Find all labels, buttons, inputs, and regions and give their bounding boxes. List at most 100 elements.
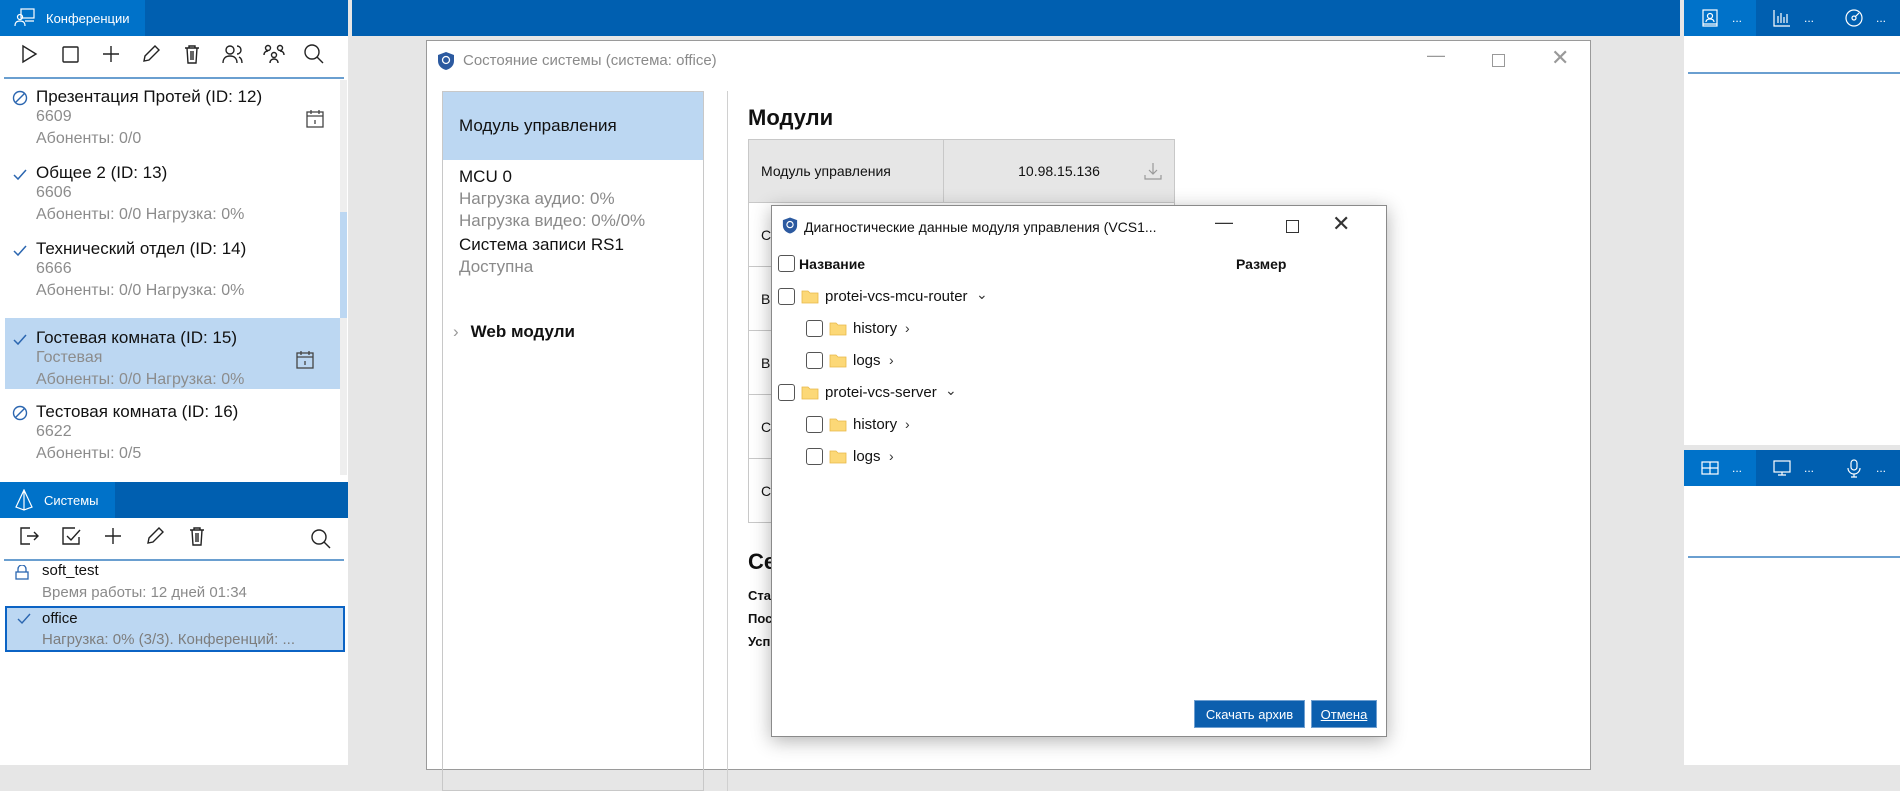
systems-panel: Системы soft_test Время работы: 12 дней … [0,482,348,765]
conferences-scrollbar[interactable] [340,80,347,475]
conference-number: 6666 [36,260,72,277]
tab-systems[interactable]: Системы [0,482,115,518]
module-name: Модуль управления [761,163,891,179]
conference-title: Тестовая комната (ID: 16) [36,402,239,421]
nav-group-web-modules[interactable]: › Web модули [453,322,575,342]
checkbox-icon[interactable] [60,525,102,552]
select-all-checkbox[interactable] [778,255,795,272]
recording-title: Система записи RS1 [459,235,624,254]
row-checkbox[interactable] [778,384,795,401]
minimize-button[interactable]: — [1427,45,1445,66]
conference-number: 6622 [36,423,72,440]
trash-icon[interactable] [181,43,222,70]
chevron-right-icon[interactable]: › [905,320,910,336]
row-checkbox[interactable] [778,288,795,305]
minimize-button[interactable]: — [1215,212,1233,233]
conference-item[interactable]: Технический отдел (ID: 14) 6666 Абоненты: … [10,239,338,309]
conference-stats: Абоненты: 0/5 [36,445,142,462]
calendar-icon[interactable] [305,109,325,129]
maximize-button[interactable] [1492,54,1505,67]
download-archive-button[interactable]: Скачать архив [1194,700,1305,728]
systems-header: Системы [0,482,348,518]
section2-label: Ста [748,588,771,603]
folder-icon [829,450,847,464]
tab-gauge[interactable]: ... [1828,0,1900,36]
close-button[interactable]: ✕ [1551,45,1569,71]
play-icon[interactable] [18,43,59,70]
chevron-down-icon[interactable]: ⌄ [976,286,988,303]
download-icon[interactable] [1144,162,1162,180]
folder-icon [829,322,847,336]
conference-item[interactable]: Презентация Протей (ID: 12) 6609 Абоненты:… [10,87,338,157]
group-icon[interactable] [262,43,304,70]
mcu-audio-load: Нагрузка аудио: 0% [459,189,615,208]
chevron-right-icon: › [453,322,459,341]
nav-item-mcu[interactable]: MCU 0 Нагрузка аудио: 0% Нагрузка видео:… [459,166,645,232]
row-label: protei-vcs-mcu-router [825,288,968,305]
diagnostics-dialog: Диагностические данные модуля управления… [771,205,1387,737]
search-icon[interactable] [310,528,332,555]
row-checkbox[interactable] [806,416,823,433]
modules-heading: Модули [748,105,834,130]
column-size-header[interactable]: Размер [1236,256,1286,272]
folder-icon [829,418,847,432]
tab-contact-book[interactable]: ... [1684,0,1756,36]
conferences-toolbar [4,36,344,79]
plus-icon[interactable] [100,43,141,70]
close-button[interactable]: ✕ [1332,211,1350,237]
row-checkbox[interactable] [806,448,823,465]
search-icon[interactable] [303,43,344,70]
conference-title: Презентация Протей (ID: 12) [36,87,263,106]
tree-row[interactable]: history › [772,320,1372,346]
tree-row[interactable]: history › [772,416,1372,442]
pencil-icon[interactable] [144,525,186,552]
layout-grid-icon [1701,461,1719,475]
divider [1688,556,1900,558]
tab-label: Системы [44,492,99,508]
tab-microphone[interactable]: ... [1828,450,1900,486]
users-icon[interactable] [222,43,263,70]
divider [1688,72,1900,74]
conference-item[interactable]: Общее 2 (ID: 13) 6606 Абоненты: 0/0 Нагруз… [10,163,338,233]
trash-icon[interactable] [186,525,228,552]
row-label: history [853,320,898,337]
plus-icon[interactable] [102,525,144,552]
nav-item-control-module[interactable]: Модуль управления [443,92,703,160]
tab-bar-chart[interactable]: ... [1756,0,1828,36]
tree-row[interactable]: logs › [772,448,1372,474]
chevron-right-icon[interactable]: › [889,352,894,368]
row-label: logs [853,352,881,369]
column-name-header[interactable]: Название [799,256,865,272]
conference-item[interactable]: Гостевая комната (ID: 15) Гостевая Абонент… [5,318,340,389]
tree-row[interactable]: protei-vcs-server ⌄ [772,382,1372,410]
tree-row[interactable]: protei-vcs-mcu-router ⌄ [772,286,1372,314]
tab-layout-grid[interactable]: ... [1684,450,1756,486]
recording-status: Доступна [459,257,534,276]
conferences-header: Конференции [0,0,348,36]
module-row-name: С [761,226,772,243]
system-item-soft-test[interactable]: soft_test Время работы: 12 дней 01:34 [5,562,345,606]
tree-row[interactable]: logs › [772,352,1372,378]
right-top-tabs: ......... [1684,0,1900,36]
stop-icon[interactable] [59,43,100,70]
chevron-down-icon[interactable]: ⌄ [945,382,957,399]
scrollbar-thumb[interactable] [340,212,347,318]
chevron-right-icon[interactable]: › [889,448,894,464]
row-checkbox[interactable] [806,352,823,369]
system-name: office [42,610,78,627]
tab-conferences[interactable]: Конференции [0,0,145,36]
app-shield-icon [782,217,798,234]
pencil-icon[interactable] [140,43,181,70]
tab-monitor[interactable]: ... [1756,450,1828,486]
cancel-button[interactable]: Отмена [1311,700,1377,728]
maximize-button[interactable] [1286,220,1299,233]
logout-icon[interactable] [18,525,60,552]
conference-item[interactable]: Тестовая комната (ID: 16) 6622 Абоненты: 0… [10,402,338,472]
tab-label: Конференции [46,10,130,26]
system-item-office[interactable]: office Нагрузка: 0% (3/3). Конференций: … [5,606,345,652]
row-checkbox[interactable] [806,320,823,337]
chevron-right-icon[interactable]: › [905,416,910,432]
calendar-icon[interactable] [295,350,315,370]
nav-item-recording[interactable]: Система записи RS1 Доступна [459,234,624,278]
tab-label: ... [1876,461,1887,475]
